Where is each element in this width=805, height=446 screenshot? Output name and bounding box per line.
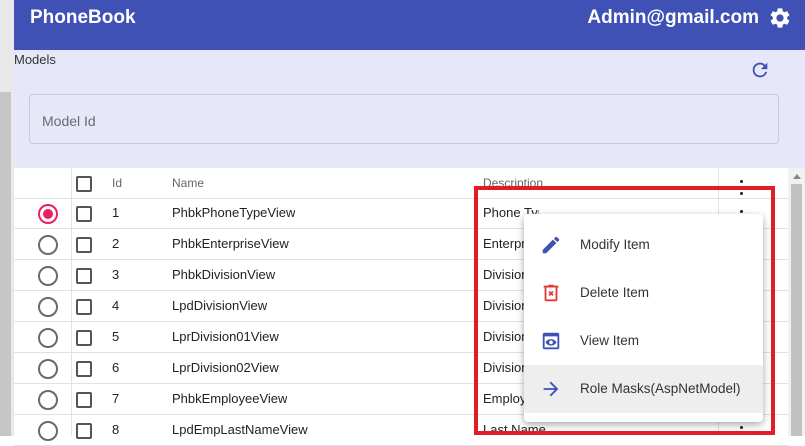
table-header-row: Id Name Description: [14, 168, 788, 199]
row-menu-icon[interactable]: [740, 426, 743, 429]
user-email[interactable]: Admin@gmail.com: [587, 7, 759, 29]
row-id: 4: [112, 298, 120, 313]
menu-item-label: Role Masks(AspNetModel): [580, 381, 741, 396]
table-scrollbar[interactable]: [788, 168, 805, 436]
table-scroll-thumb[interactable]: [791, 184, 802, 436]
refresh-icon[interactable]: [749, 59, 771, 81]
row-context-menu: Modify Item Delete Item View Item Role M…: [524, 214, 763, 422]
window-left-scrollbar: [0, 0, 14, 436]
row-radio[interactable]: [38, 328, 58, 348]
row-menu-icon[interactable]: [740, 210, 743, 213]
pencil-icon: [542, 236, 560, 254]
row-checkbox[interactable]: [76, 423, 92, 439]
row-radio[interactable]: [38, 390, 58, 410]
row-id: 7: [112, 391, 120, 406]
select-all-checkbox[interactable]: [76, 176, 92, 192]
menu-item-label: Modify Item: [580, 237, 650, 252]
filter-panel: Models: [14, 50, 805, 168]
app-header: PhoneBook Admin@gmail.com: [14, 0, 805, 50]
row-checkbox[interactable]: [76, 330, 92, 346]
row-name: PhbkEmployeeView: [172, 391, 288, 406]
menu-item-delete[interactable]: Delete Item: [524, 269, 763, 317]
row-name: LpdEmpLastNameView: [172, 422, 308, 437]
row-name: LprDivision01View: [172, 329, 279, 344]
more-menu-icon[interactable]: [740, 186, 743, 189]
row-radio[interactable]: [38, 204, 58, 224]
row-checkbox[interactable]: [76, 299, 92, 315]
menu-item-label: View Item: [580, 333, 640, 348]
row-name: PhbkDivisionView: [172, 267, 276, 282]
more-menu-icon[interactable]: [740, 180, 743, 183]
model-id-input[interactable]: [40, 109, 744, 133]
row-id: 2: [112, 236, 120, 251]
row-checkbox[interactable]: [76, 206, 92, 222]
row-id: 8: [112, 422, 120, 437]
menu-item-modify[interactable]: Modify Item: [524, 221, 763, 269]
row-checkbox[interactable]: [76, 237, 92, 253]
row-name: LpdDivisionView: [172, 298, 268, 313]
column-header-name[interactable]: Name: [172, 168, 204, 198]
gear-icon[interactable]: [768, 6, 792, 30]
menu-item-view[interactable]: View Item: [524, 317, 763, 365]
model-id-field[interactable]: [29, 94, 779, 144]
menu-item-label: Delete Item: [580, 285, 650, 300]
row-id: 3: [112, 267, 120, 282]
row-radio[interactable]: [38, 266, 58, 286]
row-name: PhbkEnterpriseView: [172, 236, 289, 251]
arrow-right-icon: [543, 381, 559, 397]
section-label: Models: [14, 52, 56, 67]
column-header-description[interactable]: Description: [483, 168, 543, 198]
window-left-scroll-thumb[interactable]: [0, 92, 11, 436]
row-radio[interactable]: [38, 297, 58, 317]
more-menu-icon[interactable]: [740, 192, 743, 195]
app-title[interactable]: PhoneBook: [30, 7, 136, 29]
row-checkbox[interactable]: [76, 392, 92, 408]
row-id: 5: [112, 329, 120, 344]
row-id: 6: [112, 360, 120, 375]
row-radio[interactable]: [38, 359, 58, 379]
row-name: PhbkPhoneTypeView: [172, 205, 296, 220]
row-checkbox[interactable]: [76, 361, 92, 377]
row-radio[interactable]: [38, 235, 58, 255]
column-header-id[interactable]: Id: [112, 168, 122, 198]
menu-item-role-masks[interactable]: Role Masks(AspNetModel): [524, 365, 763, 413]
delete-icon: [543, 284, 559, 302]
row-name: LprDivision02View: [172, 360, 279, 375]
eye-icon: [542, 332, 560, 350]
row-radio[interactable]: [38, 421, 58, 441]
row-checkbox[interactable]: [76, 268, 92, 284]
row-id: 1: [112, 205, 120, 220]
scroll-up-arrow-icon[interactable]: [793, 174, 801, 179]
